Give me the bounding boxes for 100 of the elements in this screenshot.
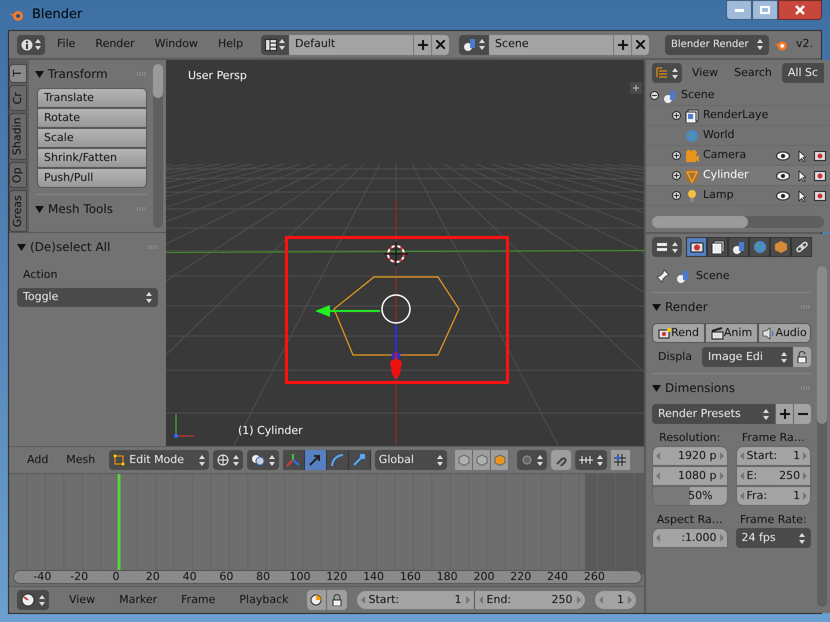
add-button[interactable] bbox=[613, 34, 632, 54]
add-button[interactable] bbox=[413, 34, 432, 54]
resolution-field[interactable]: 1080 p bbox=[652, 466, 728, 486]
outliner-row[interactable]: World bbox=[646, 126, 830, 146]
camera-render-icon[interactable] bbox=[814, 170, 826, 181]
mode-dropdown[interactable]: Edit Mode bbox=[109, 450, 209, 470]
menu-item[interactable]: Playback bbox=[233, 592, 295, 608]
properties-tab[interactable] bbox=[791, 237, 812, 257]
expand-icon[interactable] bbox=[672, 171, 681, 180]
pin-icon[interactable] bbox=[656, 269, 670, 283]
expand-icon[interactable] bbox=[672, 111, 681, 120]
frame-range-field[interactable]: Fra: 1 bbox=[736, 486, 812, 506]
aspect-field[interactable]: :1.000 bbox=[652, 528, 728, 548]
menu-item[interactable]: Window bbox=[146, 36, 206, 53]
layout-type-button[interactable] bbox=[261, 34, 290, 54]
render-engine-dropdown[interactable]: Blender Render bbox=[665, 34, 770, 54]
eye-icon[interactable] bbox=[776, 170, 790, 180]
maximize-button[interactable] bbox=[752, 0, 778, 20]
current-frame-field[interactable]: 1 bbox=[594, 591, 636, 609]
panel-title[interactable]: (De)select All bbox=[30, 238, 110, 256]
frame-range-field[interactable]: E: 250 bbox=[736, 466, 812, 486]
menu-item[interactable]: Search bbox=[728, 64, 778, 82]
menu-item[interactable]: Help bbox=[210, 36, 252, 53]
eye-icon[interactable] bbox=[776, 190, 790, 200]
manipulator-button[interactable] bbox=[282, 450, 305, 470]
scrollbar[interactable] bbox=[153, 64, 163, 228]
menu-item[interactable]: Marker bbox=[113, 592, 164, 608]
info-editor-button[interactable] bbox=[17, 34, 45, 54]
remove-button[interactable] bbox=[793, 404, 812, 424]
collapse-icon[interactable] bbox=[650, 91, 659, 100]
resolution-field[interactable]: 1920 p bbox=[652, 446, 728, 466]
orientation-dropdown[interactable]: Global bbox=[374, 450, 448, 470]
preview-range-button[interactable] bbox=[306, 590, 327, 610]
menu-item[interactable]: Render bbox=[87, 36, 143, 53]
start-frame-field[interactable]: Start: 1 bbox=[356, 591, 475, 609]
outliner-row[interactable]: Cylinder bbox=[646, 166, 830, 186]
outliner-row[interactable]: RenderLaye bbox=[646, 106, 830, 126]
render-button[interactable]: Audio bbox=[758, 323, 812, 343]
editor-type-button[interactable] bbox=[652, 63, 682, 83]
properties-tab[interactable] bbox=[728, 237, 749, 257]
render-button[interactable]: Rend bbox=[652, 323, 706, 343]
camera-render-icon[interactable] bbox=[814, 150, 826, 161]
eye-icon[interactable] bbox=[776, 150, 790, 160]
close-button[interactable] bbox=[778, 0, 822, 20]
add-button[interactable] bbox=[775, 404, 794, 424]
layout-field[interactable]: Default bbox=[289, 34, 414, 54]
properties-tab[interactable] bbox=[686, 237, 707, 257]
display-dropdown[interactable]: Image Edi bbox=[702, 347, 794, 367]
tool-button[interactable]: Shrink/Fatten bbox=[37, 148, 147, 168]
tool-button[interactable]: Translate bbox=[37, 88, 147, 108]
tool-button[interactable]: Rotate bbox=[37, 108, 147, 128]
expand-icon[interactable] bbox=[672, 191, 681, 200]
camera-render-icon[interactable] bbox=[814, 190, 826, 201]
snap-element-dropdown[interactable] bbox=[574, 450, 607, 470]
manipulator-button[interactable] bbox=[326, 450, 349, 470]
snap-button[interactable] bbox=[551, 450, 571, 470]
lock-button[interactable] bbox=[326, 590, 347, 610]
menu-item[interactable]: Frame bbox=[175, 592, 222, 608]
scene-field[interactable]: Scene bbox=[489, 34, 614, 54]
menu-item[interactable]: View bbox=[686, 64, 724, 82]
tool-button[interactable]: Scale bbox=[37, 128, 147, 148]
remove-button[interactable] bbox=[431, 34, 450, 54]
filter-dropdown[interactable]: All Sc bbox=[782, 63, 824, 83]
panel-title[interactable]: Render bbox=[665, 298, 708, 316]
frame-range-field[interactable]: Start: 1 bbox=[736, 446, 812, 466]
panel-title[interactable]: Mesh Tools bbox=[48, 200, 113, 218]
cursor-arrow-icon[interactable] bbox=[798, 150, 806, 162]
tool-button[interactable]: Push/Pull bbox=[37, 168, 147, 188]
action-dropdown[interactable]: Toggle bbox=[17, 288, 158, 306]
frame-rate-dropdown[interactable]: 24 fps bbox=[736, 528, 812, 548]
shading-dropdown[interactable] bbox=[212, 450, 243, 470]
pivot-dropdown[interactable] bbox=[246, 450, 279, 470]
menu-item[interactable]: Add bbox=[23, 452, 52, 468]
menu-item[interactable]: View bbox=[63, 592, 102, 608]
outliner-row[interactable]: Lamp bbox=[646, 186, 830, 206]
scrollbar[interactable] bbox=[817, 266, 828, 607]
presets-dropdown[interactable]: Render Presets bbox=[652, 404, 776, 424]
render-button[interactable]: Anim bbox=[705, 323, 758, 343]
manipulator-button[interactable] bbox=[348, 450, 371, 470]
cursor-arrow-icon[interactable] bbox=[798, 190, 806, 202]
opengl-render-button[interactable] bbox=[610, 450, 630, 470]
panel-title[interactable]: Transform bbox=[48, 65, 108, 83]
toolshelf-tab[interactable]: T bbox=[9, 64, 27, 83]
select-mode-button[interactable] bbox=[473, 450, 492, 470]
outliner-row[interactable]: Scene bbox=[646, 86, 830, 106]
end-frame-field[interactable]: End: 250 bbox=[474, 591, 585, 609]
scene-type-button[interactable] bbox=[459, 34, 490, 54]
lock-button[interactable] bbox=[793, 347, 812, 367]
menu-item[interactable]: Mesh bbox=[62, 452, 100, 468]
properties-tab[interactable] bbox=[707, 237, 728, 257]
minimize-button[interactable] bbox=[726, 0, 752, 20]
manipulator-button[interactable] bbox=[304, 450, 327, 470]
cursor-arrow-icon[interactable] bbox=[798, 170, 806, 182]
select-mode-button[interactable] bbox=[455, 450, 474, 470]
panel-title[interactable]: Dimensions bbox=[665, 379, 736, 397]
scrollbar[interactable] bbox=[652, 216, 824, 228]
editor-type-button[interactable] bbox=[17, 590, 49, 610]
percentage-slider[interactable]: 50% bbox=[652, 486, 728, 506]
remove-button[interactable] bbox=[631, 34, 650, 54]
menu-item[interactable]: File bbox=[49, 36, 84, 53]
